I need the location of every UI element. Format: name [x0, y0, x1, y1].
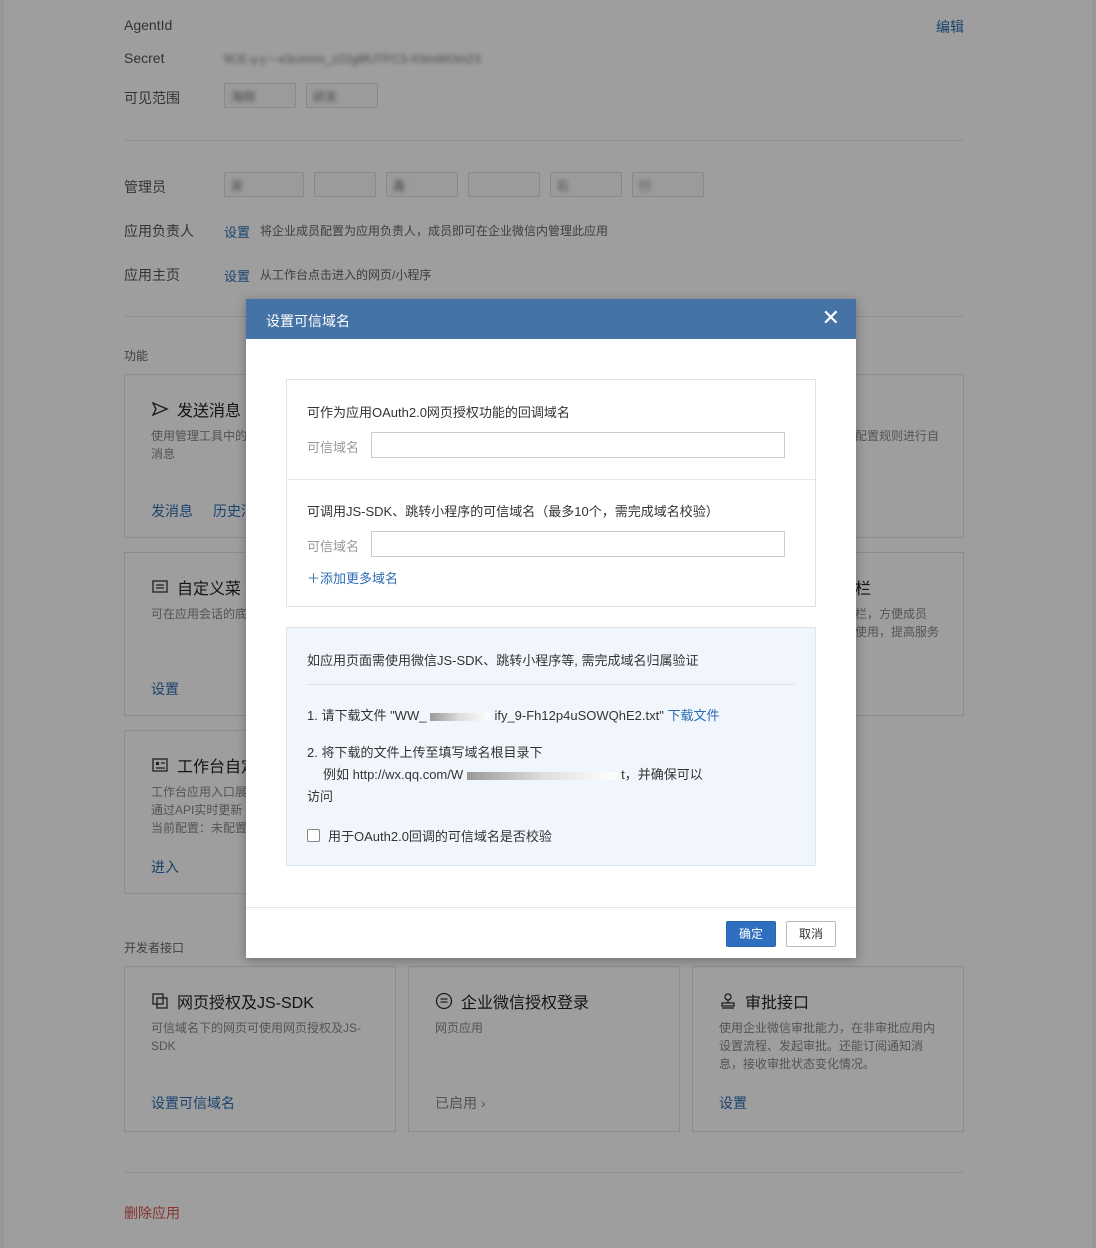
trusted-domain-dialog: 设置可信域名 ✕ 可作为应用OAuth2.0网页授权功能的回调域名 可信域名 可… — [246, 299, 856, 958]
step-1: 1. 请下载文件 "WW_ ify_9-Fh12p4uSOWQhE2.txt" 下… — [307, 708, 720, 723]
divider — [307, 684, 795, 685]
jssdk-domain-input[interactable] — [371, 531, 785, 557]
divider — [287, 479, 815, 480]
plus-icon: ＋ — [307, 571, 321, 586]
dialog-footer: 确定 取消 — [246, 907, 856, 958]
step-2-line1: 2. 将下载的文件上传至填写域名根目录下 — [307, 745, 543, 760]
step-2-line2: 例如 http://wx.qq.com/W t，并确保可以 — [323, 767, 703, 782]
confirm-button[interactable]: 确定 — [726, 921, 776, 947]
cancel-button[interactable]: 取消 — [786, 921, 836, 947]
verification-title: 如应用页面需使用微信JS-SDK、跳转小程序等, 需完成域名归属验证 — [307, 653, 699, 668]
add-more-domain-button[interactable]: ＋添加更多域名 — [307, 568, 398, 587]
jssdk-domain-question: 可调用JS-SDK、跳转小程序的可信域名（最多10个，需完成域名校验） — [307, 504, 719, 519]
domain-settings-box: 可作为应用OAuth2.0网页授权功能的回调域名 可信域名 可调用JS-SDK、… — [286, 379, 816, 607]
oauth-verify-checkbox[interactable] — [307, 829, 320, 842]
download-file-link[interactable]: 下载文件 — [667, 708, 719, 723]
redacted-mask — [467, 771, 618, 780]
dialog-header: 设置可信域名 ✕ — [246, 299, 856, 339]
redacted-mask — [430, 712, 491, 721]
domain-verification-box: 如应用页面需使用微信JS-SDK、跳转小程序等, 需完成域名归属验证 1. 请下… — [286, 627, 816, 866]
dialog-title: 设置可信域名 — [266, 313, 350, 329]
step-2-line3: 访问 — [307, 789, 334, 804]
close-icon[interactable]: ✕ — [822, 307, 840, 329]
trusted-domain-label: 可信域名 — [307, 440, 360, 455]
oauth-domain-input[interactable] — [371, 432, 785, 458]
oauth-verify-option[interactable]: 用于OAuth2.0回调的可信域名是否校验 — [307, 826, 552, 845]
trusted-domain-label: 可信域名 — [307, 539, 360, 554]
oauth-domain-question: 可作为应用OAuth2.0网页授权功能的回调域名 — [307, 405, 570, 420]
